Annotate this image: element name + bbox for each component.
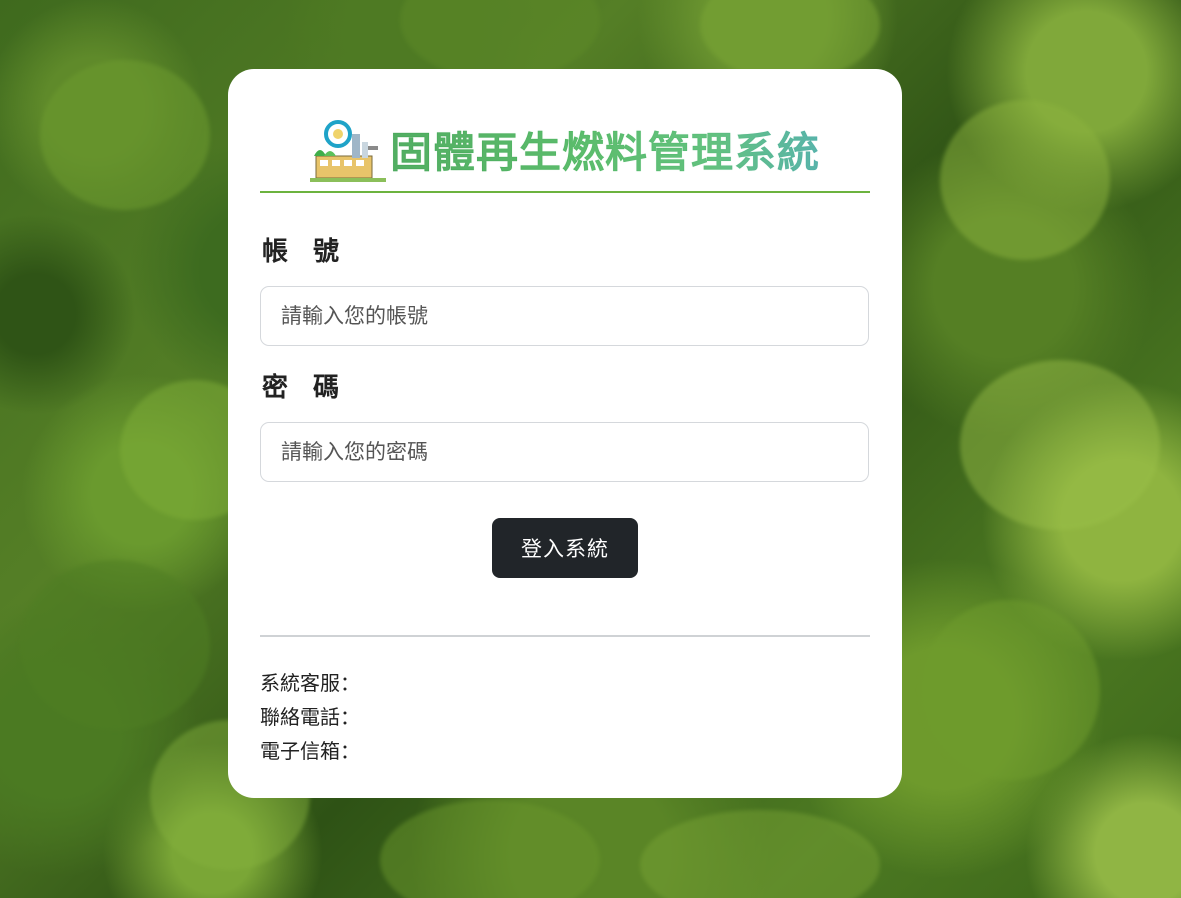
account-label: 帳 號 xyxy=(262,237,348,267)
footer-divider xyxy=(260,635,870,637)
phone-contact-label: 聯絡電話： xyxy=(260,705,360,729)
system-logo: 固體再生燃料管理系統 xyxy=(260,109,870,189)
password-label: 密 碼 xyxy=(262,373,348,403)
email-contact-label: 電子信箱： xyxy=(260,739,360,763)
header-divider xyxy=(260,191,870,193)
password-input[interactable] xyxy=(260,422,869,482)
login-card: 固體再生燃料管理系統 帳 號 密 碼 登入系統 系統客服： 聯絡電話： 電子信箱… xyxy=(228,69,902,798)
service-contact-label: 系統客服： xyxy=(260,671,360,695)
system-title: 固體再生燃料管理系統 xyxy=(390,119,820,180)
login-button[interactable]: 登入系統 xyxy=(492,518,638,578)
recycling-plant-icon xyxy=(309,120,386,182)
account-input[interactable] xyxy=(260,286,869,346)
